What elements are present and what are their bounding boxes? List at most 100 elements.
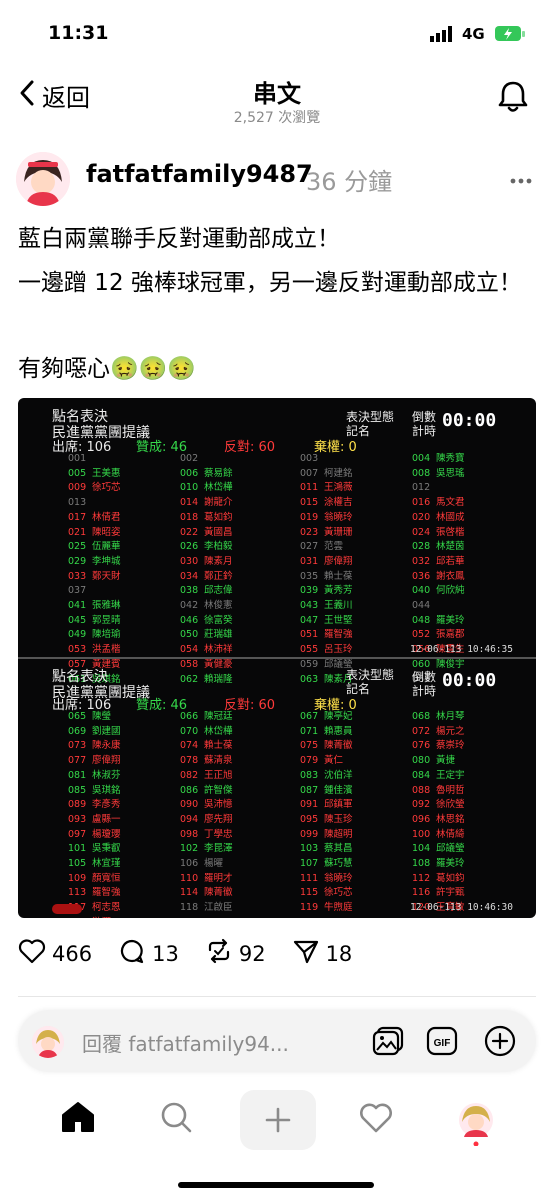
seat-number: 047 xyxy=(300,614,319,626)
avatar[interactable] xyxy=(16,152,70,206)
vote-row: 011 王鴻薇 xyxy=(300,481,353,496)
vote-row: 015 涂權吉 xyxy=(300,496,353,511)
seat-number: 065 xyxy=(68,711,87,722)
more-icon[interactable] xyxy=(510,165,532,189)
legislator-name: 王正旭 xyxy=(204,769,233,781)
vote-row: 119 牛煦庭 xyxy=(300,901,353,916)
create-button[interactable] xyxy=(240,1090,316,1150)
legislator-name: 李昆澤 xyxy=(204,843,233,855)
vote-row: 010 林岱樺 xyxy=(180,481,233,496)
seat-number: 083 xyxy=(300,769,319,781)
legislator-name: 翁曉玲 xyxy=(324,511,353,523)
vote-row: 053 洪孟楷 xyxy=(68,643,121,658)
seat-number: 090 xyxy=(180,799,199,811)
profile-avatar[interactable] xyxy=(458,1102,494,1150)
legislator-name: 林沛祥 xyxy=(204,644,233,656)
vote-row: 036 謝衣鳳 xyxy=(412,570,465,585)
legislator-name: 陳培瑜 xyxy=(92,629,121,641)
seat-number: 085 xyxy=(68,784,87,796)
divider xyxy=(18,996,536,997)
legislator-name: 林岱樺 xyxy=(204,725,233,737)
seat-number: 004 xyxy=(412,453,431,464)
legislator-name: 陳瑩 xyxy=(92,711,112,722)
seat-number: 096 xyxy=(412,813,431,825)
vote-column: 002 006 蔡易餘 010 林岱樺 014 謝龍介 018 葛如鈞 022 黃國昌 026 李柏毅 0… xyxy=(180,452,233,687)
home-icon[interactable] xyxy=(60,1100,96,1138)
seat-number: 082 xyxy=(180,769,199,781)
vote-row: 001 xyxy=(68,452,121,467)
legislator-name: 王定宇 xyxy=(436,769,465,781)
vote-row: 050 莊瑞雄 xyxy=(180,628,233,643)
legislator-name: 許智傑 xyxy=(204,784,233,796)
vote-row: 076 蔡崇玲 xyxy=(412,739,465,754)
legislator-name: 林宜瑾 xyxy=(92,858,121,870)
vote-panel-1: 點名表決 民進黨黨團提議 表決型態 記名 倒數 計時 00:00 出席: 106… xyxy=(18,398,536,685)
image-icon[interactable] xyxy=(372,1026,404,1060)
legislator-name: 林國成 xyxy=(436,511,465,523)
vote-row: 017 林倩君 xyxy=(68,511,121,526)
vote-row: 083 沈伯洋 xyxy=(300,769,353,784)
vote-row: 031 廖偉翔 xyxy=(300,555,353,570)
vote-row: 013 xyxy=(68,496,121,511)
seat-number: 001 xyxy=(68,453,87,464)
seat-number: 050 xyxy=(180,629,199,641)
legislator-name: 鄭正鈐 xyxy=(204,570,233,582)
vote-row: 033 鄭天財 xyxy=(68,570,121,585)
bell-icon[interactable] xyxy=(494,78,532,120)
legislator-name: 謝衣鳳 xyxy=(436,570,465,582)
legislator-name: 楊元之 xyxy=(436,725,465,737)
legislator-name: 陳素月 xyxy=(204,555,233,567)
search-icon[interactable] xyxy=(158,1100,194,1138)
share-button[interactable]: 18 xyxy=(292,938,352,969)
legislator-name: 林月琴 xyxy=(436,711,465,722)
seat-number: 055 xyxy=(300,644,319,656)
legislator-name: 徐巧芯 xyxy=(324,887,353,899)
legislator-name: 吳沛憶 xyxy=(204,799,233,811)
legislator-name: 楊瓊瓔 xyxy=(92,828,121,840)
vote-row: 089 李彥秀 xyxy=(68,798,121,813)
seat-number: 034 xyxy=(180,570,199,582)
gif-icon[interactable]: GIF xyxy=(426,1026,458,1060)
seat-number: 023 xyxy=(300,526,319,538)
vote-row: 048 羅美玲 xyxy=(412,614,465,629)
post-image-vote-board[interactable]: 點名表決 民進黨黨團提議 表決型態 記名 倒數 計時 00:00 出席: 106… xyxy=(18,398,536,918)
seat-number: 032 xyxy=(412,555,431,567)
vote-row: 008 吳思瑤 xyxy=(412,467,465,482)
seat-number: 070 xyxy=(180,725,199,737)
post-text-line-2: 一邊蹭 12 強棒球冠軍，另一邊反對運動部成立！ xyxy=(18,270,522,296)
seat-number: 109 xyxy=(68,872,87,884)
comment-button[interactable]: 13 xyxy=(118,938,179,969)
seat-number: 031 xyxy=(300,555,319,567)
seat-number: 009 xyxy=(68,482,87,494)
vote-row: 016 馬文君 xyxy=(412,496,465,511)
seat-number: 099 xyxy=(300,828,319,840)
vote-row: 019 翁曉玲 xyxy=(300,511,353,526)
vote-column: 001 005 王美惠 009 徐巧芯 013 017 林倩君 021 陳昭姿 025 伍麗華 029 李… xyxy=(68,452,121,687)
panel-divider xyxy=(18,657,536,659)
reply-bar[interactable]: 回覆 fatfatfamily94... GIF xyxy=(18,1010,536,1072)
seat-number: 017 xyxy=(68,511,87,523)
repost-count: 92 xyxy=(238,941,266,966)
vote-column: 068 林月琴 072 楊元之 076 蔡崇玲 080 黃捷 084 王定宇 088 魯明哲 092 徐欣… xyxy=(412,710,465,916)
legislator-name: 邱若華 xyxy=(436,555,465,567)
seat-number: 014 xyxy=(180,497,199,509)
plus-icon[interactable] xyxy=(484,1025,516,1061)
like-button[interactable]: 466 xyxy=(18,938,92,969)
vote-row: 101 吳秉叡 xyxy=(68,842,121,857)
legislator-name: 廖偉翔 xyxy=(92,755,121,767)
reply-input[interactable]: 回覆 fatfatfamily94... xyxy=(82,1028,289,1057)
activity-icon[interactable] xyxy=(358,1100,394,1138)
legislator-name: 陳永康 xyxy=(92,740,121,752)
seat-number: 036 xyxy=(412,570,431,582)
legislator-name: 林楚茵 xyxy=(436,541,465,553)
seat-number: 098 xyxy=(180,828,199,840)
legislator-name: 陳亭妃 xyxy=(324,711,353,722)
repost-button[interactable]: 92 xyxy=(205,938,266,969)
legislator-name: 賴士葆 xyxy=(204,740,233,752)
post-time: 36 分鐘 xyxy=(306,168,393,196)
legislator-name: 黃秀芳 xyxy=(324,585,353,597)
vote-row: 037 xyxy=(68,584,121,599)
post-username[interactable]: fatfatfamily9487 xyxy=(86,160,313,188)
legislator-name: 李彥秀 xyxy=(92,799,121,811)
seat-number: 067 xyxy=(300,711,319,722)
